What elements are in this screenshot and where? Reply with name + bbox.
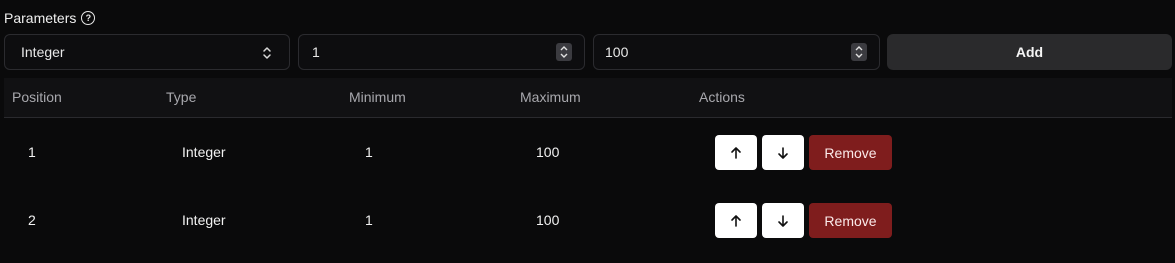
maximum-spinner[interactable]	[851, 43, 867, 61]
minimum-input[interactable]: 1	[298, 34, 585, 70]
table-row: 2 Integer 1 100 Remove	[4, 186, 1172, 254]
remove-button[interactable]: Remove	[809, 203, 892, 238]
maximum-input-value: 100	[605, 44, 629, 60]
section-title: Parameters	[4, 10, 77, 26]
parameter-controls: Integer 1 100 Add	[4, 34, 1172, 70]
spinner-icon	[855, 46, 863, 58]
arrow-up-icon	[731, 146, 741, 159]
type-select[interactable]: Integer	[4, 34, 290, 70]
add-button[interactable]: Add	[887, 34, 1172, 70]
type-select-value: Integer	[21, 44, 65, 60]
remove-button[interactable]: Remove	[809, 135, 892, 170]
table-row: 1 Integer 1 100 Remove	[4, 118, 1172, 186]
arrow-down-icon	[778, 146, 788, 159]
column-header-maximum: Maximum	[520, 89, 581, 105]
move-down-button[interactable]	[762, 203, 804, 238]
cell-type: Integer	[182, 212, 226, 228]
move-up-button[interactable]	[715, 135, 757, 170]
cell-minimum: 1	[365, 144, 373, 160]
move-up-button[interactable]	[715, 203, 757, 238]
parameters-table: Position Type Minimum Maximum Actions 1 …	[4, 78, 1172, 254]
cell-type: Integer	[182, 144, 226, 160]
column-header-minimum: Minimum	[349, 89, 406, 105]
cell-maximum: 100	[536, 144, 560, 160]
column-header-type: Type	[166, 89, 197, 105]
cell-minimum: 1	[365, 212, 373, 228]
arrow-up-icon	[731, 214, 741, 227]
row-actions: Remove	[715, 135, 892, 170]
question-circle-icon[interactable]: ?	[81, 11, 96, 25]
cell-position: 2	[28, 212, 36, 228]
minimum-spinner[interactable]	[556, 43, 572, 61]
maximum-input[interactable]: 100	[593, 34, 880, 70]
row-actions: Remove	[715, 203, 892, 238]
column-header-actions: Actions	[699, 89, 745, 105]
minimum-input-value: 1	[312, 44, 320, 60]
chevron-updown-icon	[263, 47, 271, 59]
table-header: Position Type Minimum Maximum Actions	[4, 78, 1172, 118]
move-down-button[interactable]	[762, 135, 804, 170]
cell-maximum: 100	[536, 212, 560, 228]
cell-position: 1	[28, 144, 36, 160]
column-header-position: Position	[12, 89, 62, 105]
arrow-down-icon	[778, 214, 788, 227]
parameters-header: Parameters ?	[4, 10, 96, 26]
spinner-icon	[560, 46, 568, 58]
